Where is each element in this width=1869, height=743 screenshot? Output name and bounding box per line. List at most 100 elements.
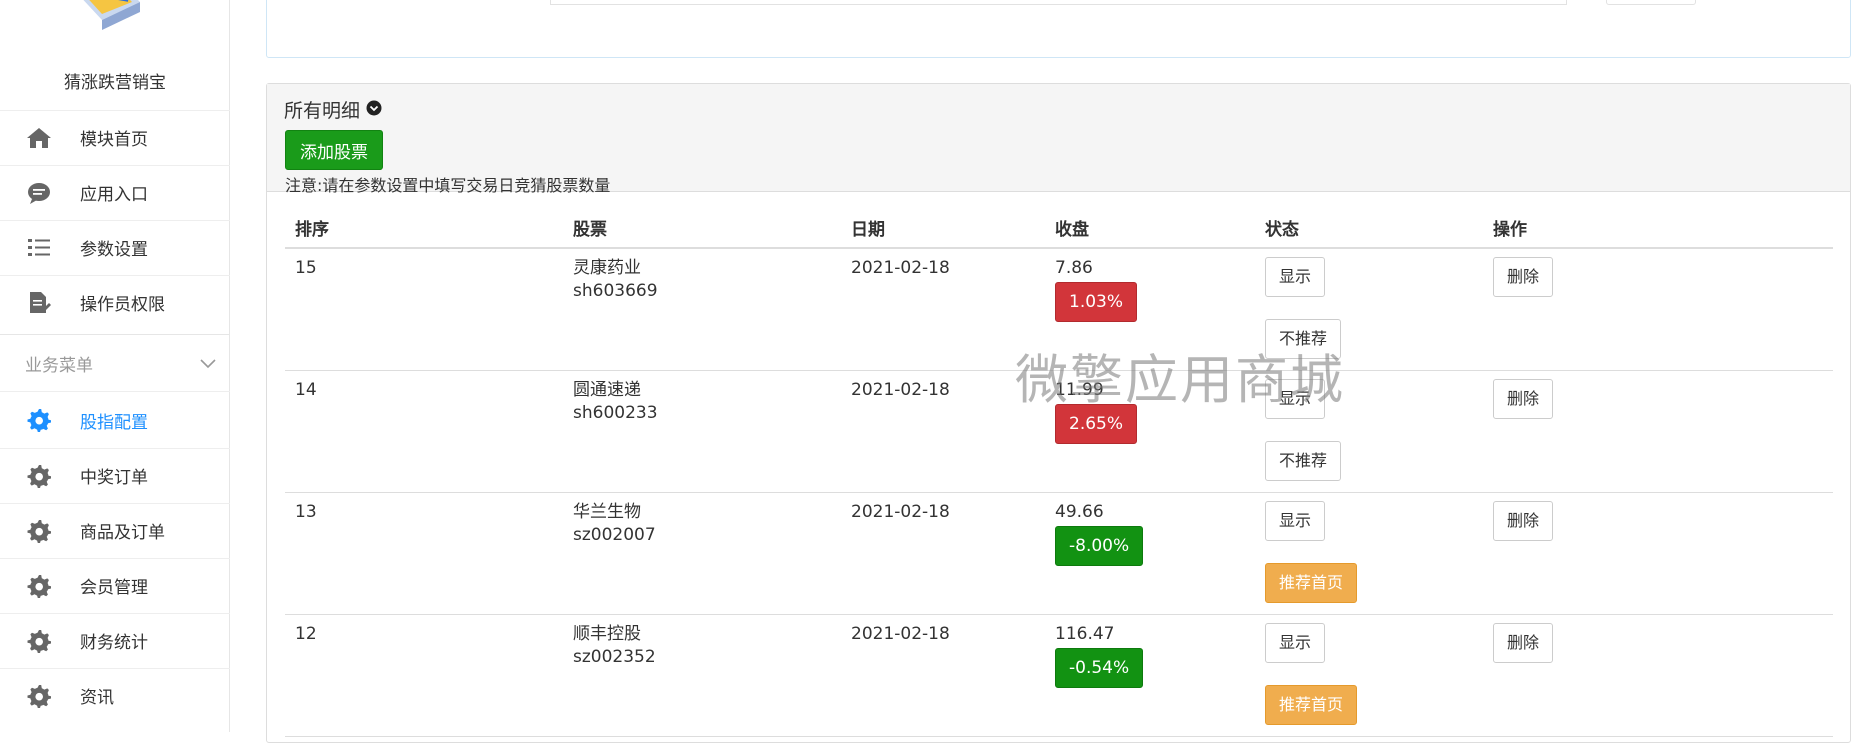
table-header-row: 排序 股票 日期 收盘 状态 操作 bbox=[285, 208, 1833, 249]
change-percent-badge: -8.00% bbox=[1055, 525, 1144, 566]
date-value: 2021-02-18 bbox=[851, 501, 950, 522]
recommend-button[interactable]: 推荐首页 bbox=[1265, 562, 1358, 603]
panel-title-text: 所有明细 bbox=[284, 100, 361, 122]
delete-button[interactable]: 删除 bbox=[1493, 500, 1554, 541]
delete-button[interactable]: 删除 bbox=[1493, 257, 1554, 297]
business-menu-item-label: 股指配置 bbox=[80, 412, 148, 433]
cell-actions: 删除 bbox=[1483, 614, 1833, 737]
order-value: 15 bbox=[295, 258, 317, 278]
panel-header: 所有明细 添加股票 注意:请在参数设置中填写交易日竞猜股票数量 bbox=[267, 84, 1850, 195]
gear-icon bbox=[24, 571, 54, 601]
home-icon bbox=[24, 123, 54, 153]
cell-status: 显示 推荐首页 bbox=[1255, 492, 1483, 615]
stock-name: 灵康药业 bbox=[573, 258, 641, 278]
business-menu-header[interactable]: 业务菜单 bbox=[0, 334, 230, 392]
column-header-stock: 股票 bbox=[563, 208, 841, 249]
column-header-date: 日期 bbox=[841, 208, 1045, 249]
sidebar-item-label: 模块首页 bbox=[80, 130, 148, 150]
cell-order: 13 bbox=[285, 492, 563, 615]
sidebar-item-label: 应用入口 bbox=[80, 185, 148, 205]
cell-date: 2021-02-18 bbox=[841, 370, 1045, 493]
cell-status: 显示 不推荐 bbox=[1255, 370, 1483, 493]
date-value: 2021-02-18 bbox=[851, 258, 950, 278]
panel-title[interactable]: 所有明细 bbox=[284, 96, 382, 123]
cell-order: 12 bbox=[285, 614, 563, 737]
sidebar: 猜涨跌营销宝 业务菜单 模块首页应用入口参数设置操作员权限股指配置中奖订单商品及… bbox=[0, 0, 230, 732]
delete-button[interactable]: 删除 bbox=[1493, 622, 1554, 663]
cell-close: 116.47 -0.54% bbox=[1045, 614, 1255, 737]
list-icon bbox=[24, 233, 54, 263]
recommend-button[interactable]: 不推荐 bbox=[1265, 319, 1342, 359]
chat-icon bbox=[24, 178, 54, 208]
table-row: 15 灵康药业 sh603669 2021-02-18 7.86 1.03% 显示 不推荐 删除 bbox=[285, 248, 1833, 371]
sidebar-item-label: 操作员权限 bbox=[80, 295, 165, 315]
date-value: 2021-02-18 bbox=[851, 623, 950, 644]
gear-icon bbox=[24, 461, 54, 491]
change-percent-badge: 2.65% bbox=[1055, 403, 1138, 444]
sidebar-item-1[interactable]: 应用入口 bbox=[0, 165, 230, 219]
business-menu-item-0[interactable]: 股指配置 bbox=[0, 393, 230, 447]
search-button[interactable] bbox=[1606, 0, 1696, 5]
stock-code: sz002007 bbox=[573, 524, 656, 545]
close-value: 49.66 bbox=[1055, 501, 1104, 522]
business-menu-item-label: 财务统计 bbox=[80, 633, 148, 653]
cell-order: 14 bbox=[285, 370, 563, 493]
show-button[interactable]: 显示 bbox=[1265, 257, 1326, 297]
stock-code: sz002352 bbox=[573, 646, 656, 667]
recommend-button[interactable]: 不推荐 bbox=[1265, 440, 1342, 481]
cell-stock: 华兰生物 sz002007 bbox=[563, 492, 841, 615]
gear-icon bbox=[24, 681, 54, 711]
cell-status: 显示 推荐首页 bbox=[1255, 614, 1483, 737]
app-name: 猜涨跌营销宝 bbox=[64, 73, 166, 93]
business-menu-item-2[interactable]: 商品及订单 bbox=[0, 503, 230, 557]
stock-code: sh603669 bbox=[573, 281, 658, 301]
cell-date: 2021-02-18 bbox=[841, 492, 1045, 615]
stock-list-panel: 所有明细 添加股票 注意:请在参数设置中填写交易日竞猜股票数量 排序 股票 日期… bbox=[266, 83, 1851, 743]
cell-status: 显示 不推荐 bbox=[1255, 248, 1483, 371]
main-content: 所有明细 添加股票 注意:请在参数设置中填写交易日竞猜股票数量 排序 股票 日期… bbox=[230, 0, 1869, 743]
business-menu-item-label: 中奖订单 bbox=[80, 468, 148, 488]
change-percent-badge: -0.54% bbox=[1055, 647, 1144, 688]
show-button[interactable]: 显示 bbox=[1265, 378, 1326, 419]
cell-close: 11.99 2.65% bbox=[1045, 370, 1255, 493]
order-value: 12 bbox=[295, 623, 317, 644]
business-menu-item-5[interactable]: 资讯 bbox=[0, 668, 230, 722]
add-stock-button[interactable]: 添加股票 bbox=[285, 130, 383, 170]
business-menu-item-4[interactable]: 财务统计 bbox=[0, 613, 230, 667]
cell-actions: 删除 bbox=[1483, 370, 1833, 493]
business-menu-item-label: 商品及订单 bbox=[80, 523, 165, 543]
search-input[interactable] bbox=[550, 0, 1567, 5]
date-value: 2021-02-18 bbox=[851, 379, 950, 400]
order-value: 13 bbox=[295, 501, 317, 522]
document-edit-icon bbox=[24, 288, 54, 318]
business-menu-item-label: 会员管理 bbox=[80, 578, 148, 598]
cell-stock: 圆通速递 sh600233 bbox=[563, 370, 841, 493]
column-header-actions: 操作 bbox=[1483, 208, 1833, 249]
gear-icon bbox=[24, 626, 54, 656]
cell-actions: 删除 bbox=[1483, 492, 1833, 615]
app-logo bbox=[68, 0, 152, 50]
close-value: 11.99 bbox=[1055, 379, 1104, 400]
gear-icon bbox=[24, 405, 54, 435]
column-header-close: 收盘 bbox=[1045, 208, 1255, 249]
close-value: 116.47 bbox=[1055, 623, 1115, 644]
delete-button[interactable]: 删除 bbox=[1493, 378, 1554, 419]
cell-order: 15 bbox=[285, 248, 563, 371]
cell-stock: 顺丰控股 sz002352 bbox=[563, 614, 841, 737]
show-button[interactable]: 显示 bbox=[1265, 500, 1326, 541]
cell-actions: 删除 bbox=[1483, 248, 1833, 371]
stock-name: 顺丰控股 bbox=[573, 623, 641, 644]
business-menu-item-3[interactable]: 会员管理 bbox=[0, 558, 230, 612]
column-header-order: 排序 bbox=[285, 208, 563, 249]
sidebar-item-0[interactable]: 模块首页 bbox=[0, 110, 230, 164]
sidebar-item-2[interactable]: 参数设置 bbox=[0, 220, 230, 274]
chevron-circle-down-icon bbox=[366, 99, 382, 121]
show-button[interactable]: 显示 bbox=[1265, 622, 1326, 663]
sidebar-item-3[interactable]: 操作员权限 bbox=[0, 275, 230, 329]
table-row: 12 顺丰控股 sz002352 2021-02-18 116.47 -0.54% 显示推荐… bbox=[285, 614, 1833, 737]
table-row: 13 华兰生物 sz002007 2021-02-18 49.66 -8.00% 显示推荐首… bbox=[285, 492, 1833, 615]
order-value: 14 bbox=[295, 379, 317, 400]
recommend-button[interactable]: 推荐首页 bbox=[1265, 684, 1358, 725]
business-menu-item-1[interactable]: 中奖订单 bbox=[0, 448, 230, 502]
cell-close: 49.66 -8.00% bbox=[1045, 492, 1255, 615]
